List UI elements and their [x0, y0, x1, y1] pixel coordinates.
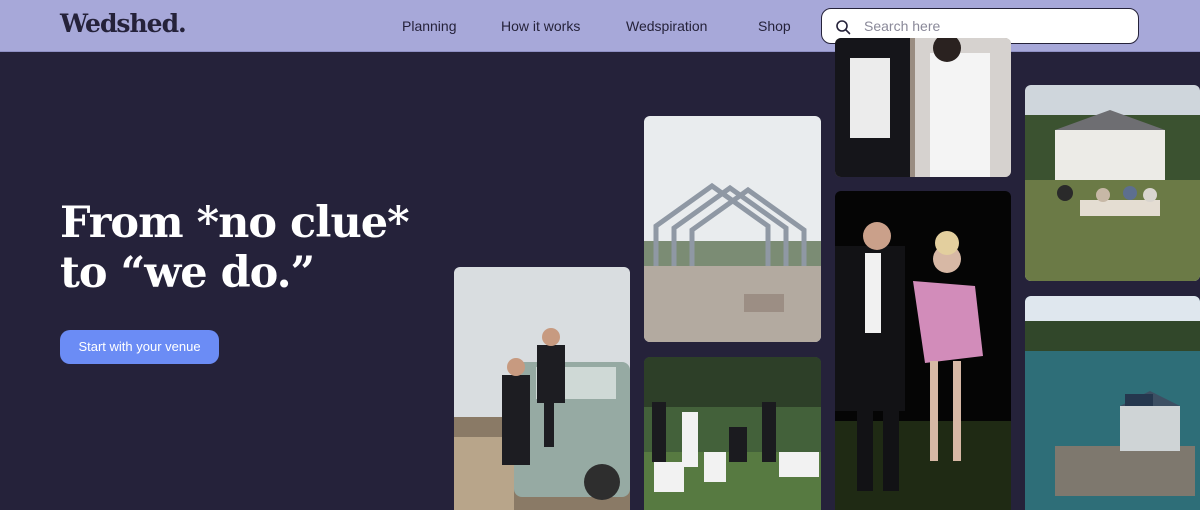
headline-line-2: to “we do.” [60, 248, 315, 298]
photo-long-table-homestead [1025, 85, 1200, 281]
search-icon [836, 20, 851, 35]
photo-couple-night-walk [835, 191, 1011, 510]
hero-headline: From *no clue* to “we do.” [60, 198, 410, 298]
photo-couple-champagne [835, 38, 1011, 177]
start-with-venue-button[interactable]: Start with your venue [60, 330, 219, 364]
photo-floating-house [1025, 296, 1200, 510]
nav-planning[interactable]: Planning [402, 18, 457, 34]
photo-pavilion-frame [644, 116, 821, 342]
wedshed-logo[interactable]: Wedshed. [60, 9, 187, 38]
nav-how-it-works[interactable]: How it works [501, 18, 580, 34]
top-nav-bar: Wedshed. Planning How it works Wedspirat… [0, 0, 1200, 52]
photo-groomsmen-car [454, 267, 630, 510]
headline-line-1: From *no clue* [60, 198, 410, 248]
photo-bridal-party-lawn [644, 357, 821, 510]
nav-wedspiration[interactable]: Wedspiration [626, 18, 707, 34]
search-input[interactable] [864, 16, 1124, 36]
nav-shop[interactable]: Shop [758, 18, 791, 34]
